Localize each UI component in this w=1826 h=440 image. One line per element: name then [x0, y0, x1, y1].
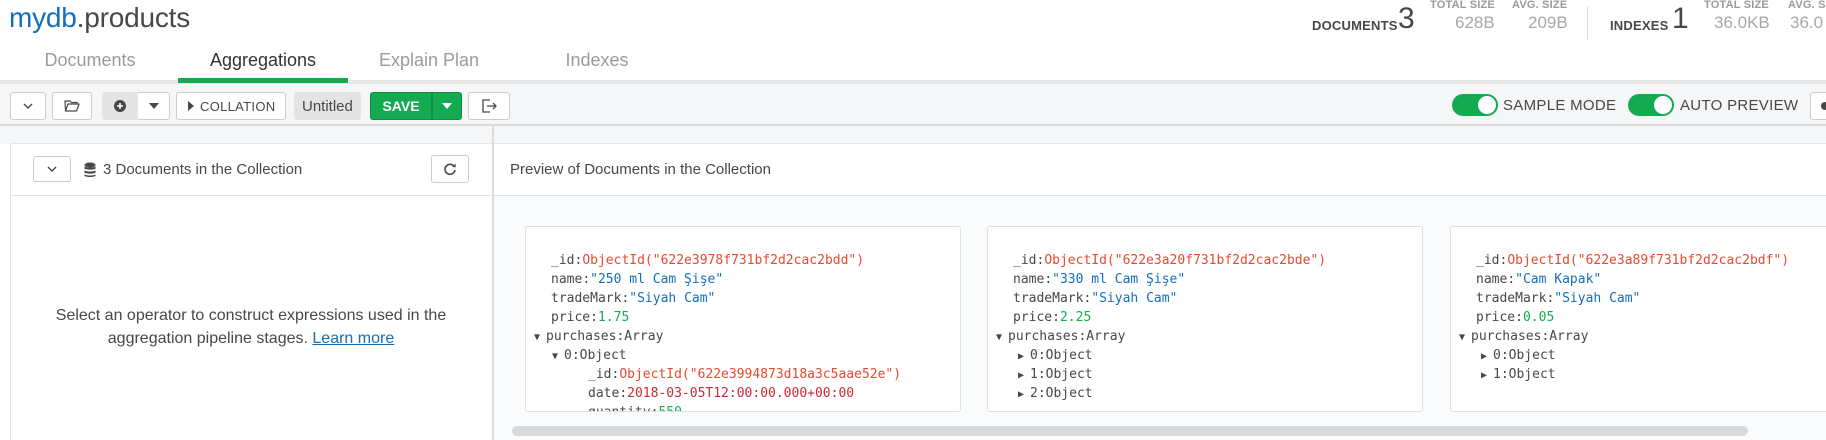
chevron-down-icon [23, 103, 33, 109]
open-saved-pipelines-button[interactable] [52, 92, 92, 120]
collapsed-caret-icon: ▶ [1018, 370, 1025, 381]
field-purchases-0[interactable]: ▶ 0:Object [1018, 346, 1093, 365]
collapse-pipeline-button[interactable] [10, 92, 46, 120]
documents-total-size-label: TOTAL SIZE [1430, 0, 1495, 11]
field-name: name:"330 ml Cam Şişe" [1013, 272, 1186, 287]
indexes-avg-size-label: AVG. S [1788, 0, 1826, 11]
field-purchases-0-quantity: quantity:550 [588, 403, 682, 411]
field-name: name:"250 ml Cam Şişe" [551, 272, 724, 287]
field-trademark: tradeMark:"Siyah Cam" [1476, 291, 1641, 306]
collapsed-caret-icon: ▶ [1018, 389, 1025, 400]
new-pipeline-button[interactable] [102, 92, 138, 120]
field-trademark: tradeMark:"Siyah Cam" [551, 291, 716, 306]
document-card: _id:ObjectId("622e3a20f731bf2d2cac2bde")… [987, 226, 1423, 412]
learn-more-link[interactable]: Learn more [312, 330, 394, 347]
plus-circle-icon [114, 100, 126, 112]
collation-toggle-button[interactable]: COLLATION [176, 92, 286, 120]
save-dropdown-button[interactable] [432, 92, 462, 120]
collection-document-count: 3 Documents in the Collection [103, 161, 303, 178]
expanded-caret-icon: ▼ [534, 332, 541, 343]
refresh-button[interactable] [431, 155, 469, 183]
field-name: name:"Cam Kapak" [1476, 272, 1602, 287]
document-card: _id:ObjectId("622e3a89f731bf2d2cac2bdf")… [1450, 226, 1826, 412]
database-name: mydb [9, 2, 77, 33]
field-purchases-1[interactable]: ▶ 1:Object [1481, 365, 1556, 384]
preview-title: Preview of Documents in the Collection [510, 161, 771, 178]
stats-divider [1587, 6, 1588, 40]
field-purchases-0[interactable]: ▼ 0:Object [552, 346, 627, 365]
namespace-title: mydb.products [9, 2, 190, 34]
export-to-language-button[interactable] [468, 92, 510, 120]
panel-gutter [0, 126, 1826, 144]
documents-total-size: 628B [1455, 13, 1495, 32]
field-purchases-2[interactable]: ▶ 2:Object [1018, 384, 1093, 403]
collapse-stage-button[interactable] [33, 156, 71, 182]
document-card: _id:ObjectId("622e3978f731bf2d2cac2bdd")… [525, 226, 961, 412]
tab-documents[interactable]: Documents [5, 46, 175, 83]
indexes-avg-size: 36.0 [1790, 13, 1824, 32]
field-purchases-0[interactable]: ▶ 0:Object [1481, 346, 1556, 365]
field-price: price:2.25 [1013, 310, 1092, 325]
field-purchases[interactable]: ▼ purchases:Array [534, 327, 663, 346]
folder-open-icon [64, 100, 80, 112]
documents-preview-panel: Preview of Documents in the Collection _… [494, 143, 1826, 440]
caret-down-icon [442, 103, 452, 109]
field-id: _id:ObjectId("622e3a20f731bf2d2cac2bde") [1013, 253, 1327, 268]
field-price: price:1.75 [551, 310, 630, 325]
field-trademark: tradeMark:"Siyah Cam" [1013, 291, 1178, 306]
documents-preview-header: Preview of Documents in the Collection [494, 144, 1826, 196]
caret-right-icon [188, 101, 194, 111]
caret-down-icon [148, 103, 159, 109]
tab-aggregations[interactable]: Aggregations [178, 46, 348, 83]
toggle-knob [1654, 96, 1672, 114]
expanded-caret-icon: ▼ [552, 351, 559, 362]
operator-hint: Select an operator to construct expressi… [41, 304, 461, 350]
gear-icon [1821, 102, 1826, 110]
field-price: price:0.05 [1476, 310, 1555, 325]
settings-button[interactable] [1810, 92, 1826, 120]
refresh-icon [444, 163, 456, 176]
indexes-label: INDEXES [1610, 18, 1669, 33]
tab-indexes[interactable]: Indexes [512, 46, 682, 83]
expanded-caret-icon: ▼ [1459, 332, 1466, 343]
documents-avg-size: 209B [1528, 13, 1568, 32]
horizontal-scrollbar[interactable] [512, 426, 1748, 436]
pipeline-name[interactable]: Untitled [294, 92, 361, 120]
auto-preview-toggle[interactable] [1628, 94, 1674, 116]
toggle-knob [1478, 96, 1496, 114]
field-id: _id:ObjectId("622e3a89f731bf2d2cac2bdf") [1476, 253, 1790, 268]
pipeline-toolbar: COLLATION Untitled SAVE SAMPLE MODE AUTO… [0, 84, 1826, 126]
field-purchases[interactable]: ▼ purchases:Array [1459, 327, 1588, 346]
tab-explain-plan[interactable]: Explain Plan [344, 46, 514, 83]
field-purchases-1[interactable]: ▶ 1:Object [1018, 365, 1093, 384]
new-pipeline-dropdown-button[interactable] [138, 92, 170, 120]
auto-preview-label: AUTO PREVIEW [1680, 97, 1799, 114]
indexes-total-size-label: TOTAL SIZE [1704, 0, 1769, 11]
field-purchases-0-date: date:2018-03-05T12:00:00.000+00:00 [588, 386, 855, 401]
collapsed-caret-icon: ▶ [1018, 351, 1025, 362]
save-button[interactable]: SAVE [370, 92, 432, 120]
field-purchases-0-id: _id:ObjectId("622e3994873d18a3c5aae52e") [588, 367, 902, 382]
collection-header: mydb.products DOCUMENTS 3 TOTAL SIZE 628… [0, 0, 1826, 84]
chevron-down-icon [47, 166, 57, 172]
indexes-count: 1 [1672, 2, 1689, 35]
field-id: _id:ObjectId("622e3978f731bf2d2cac2bdd") [551, 253, 865, 268]
collection-stage-panel: 3 Documents in the Collection Select an … [10, 143, 493, 440]
documents-count: 3 [1398, 2, 1415, 35]
sample-mode-toggle[interactable] [1452, 94, 1498, 116]
collation-label: COLLATION [200, 98, 276, 114]
documents-label: DOCUMENTS [1312, 18, 1398, 33]
collapsed-caret-icon: ▶ [1481, 370, 1488, 381]
collection-name: products [84, 2, 191, 33]
database-icon [84, 162, 96, 177]
collapsed-caret-icon: ▶ [1481, 351, 1488, 362]
collection-stage-header: 3 Documents in the Collection [11, 144, 493, 196]
indexes-total-size: 36.0KB [1714, 13, 1770, 32]
documents-avg-size-label: AVG. SIZE [1512, 0, 1568, 11]
sample-mode-label: SAMPLE MODE [1503, 97, 1617, 114]
export-icon [482, 99, 497, 113]
field-purchases[interactable]: ▼ purchases:Array [996, 327, 1125, 346]
expanded-caret-icon: ▼ [996, 332, 1003, 343]
